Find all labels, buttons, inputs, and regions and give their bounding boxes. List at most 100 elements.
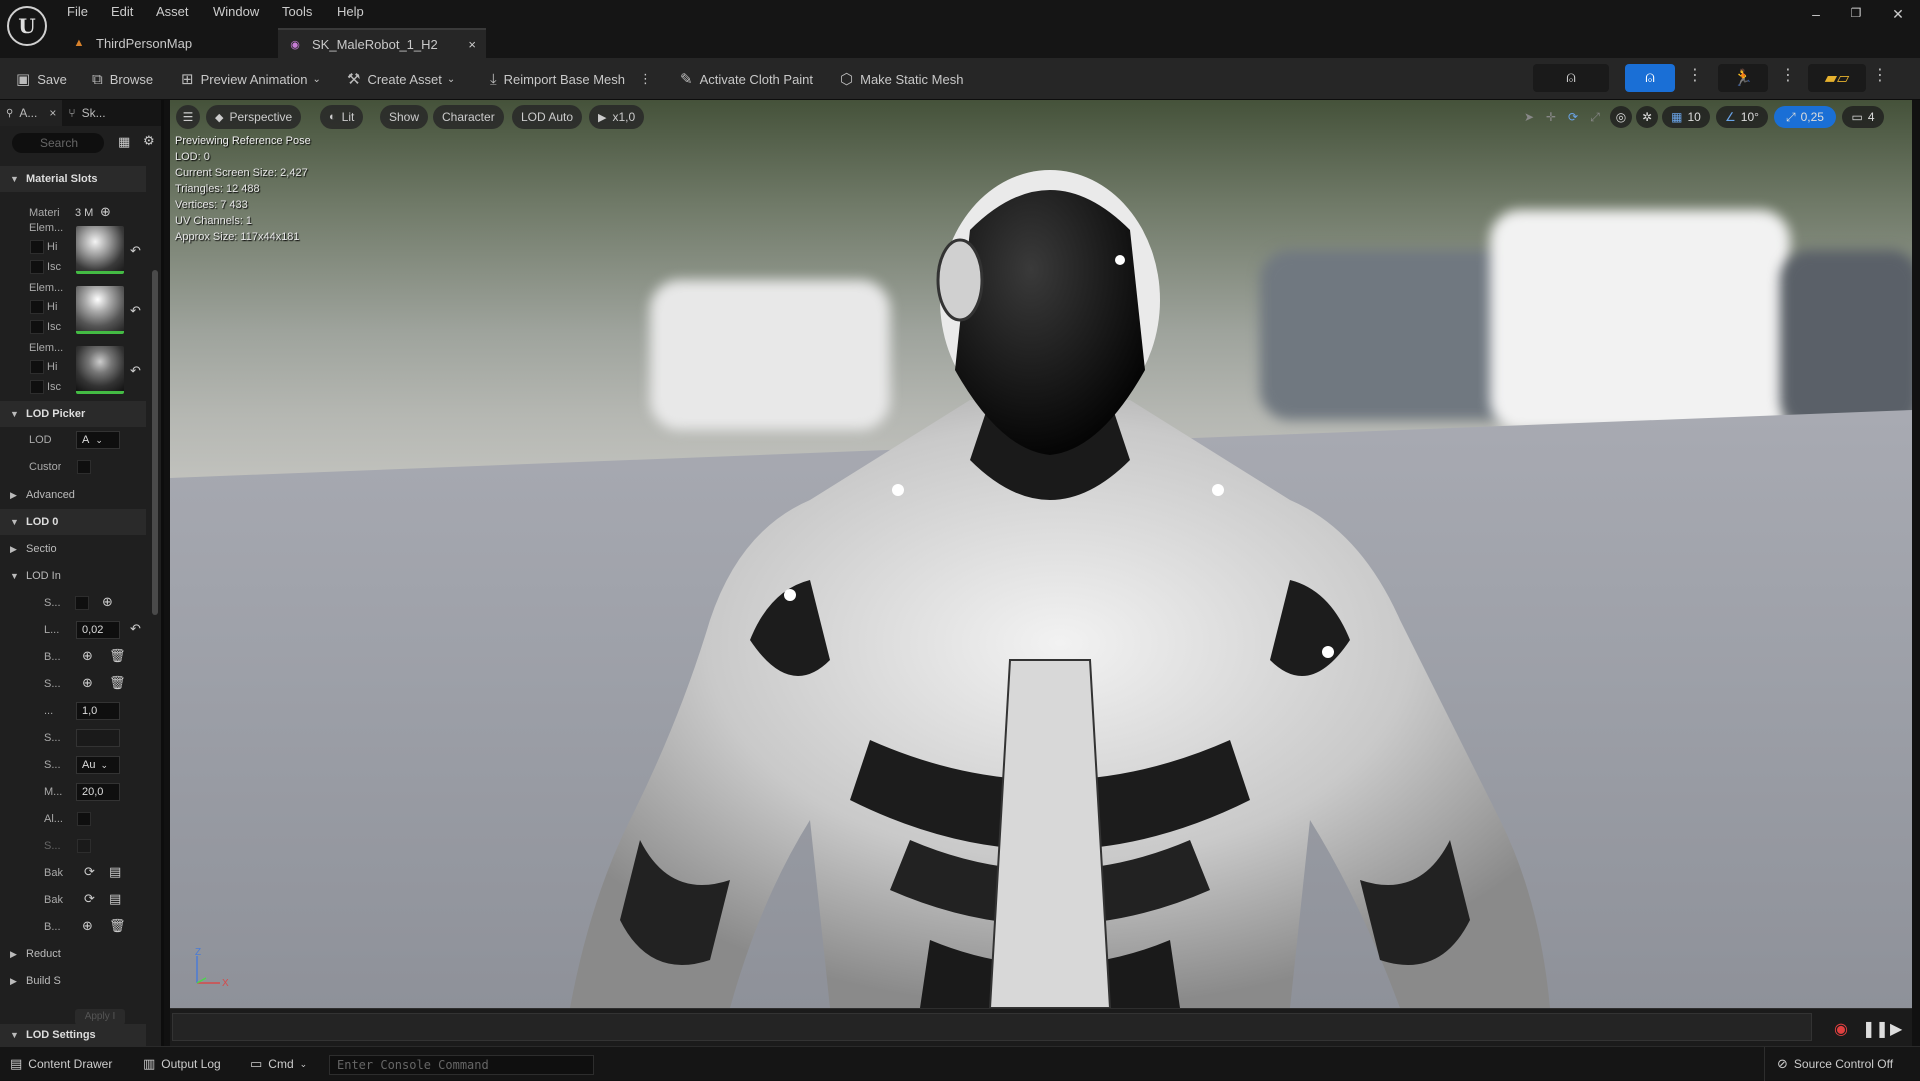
tab-skeleton-tree[interactable]: ⑂ Sk... <box>62 100 111 126</box>
cmd-dropdown[interactable]: ▭ Cmd ⌄ <box>250 1047 307 1081</box>
scale-snap-button[interactable]: ⤢ 0,25 <box>1774 106 1836 128</box>
section-lod-info[interactable]: ▼ LOD In <box>0 563 146 589</box>
section-lod0[interactable]: ▼ LOD 0 <box>0 509 146 535</box>
rotate-icon[interactable]: ⟳ <box>1562 106 1584 128</box>
reset-icon[interactable]: ↶ <box>130 621 141 637</box>
asset-icon[interactable]: ▤ <box>109 891 121 907</box>
pause-icon[interactable]: ❚❚ <box>1862 1019 1889 1039</box>
unreal-logo-icon[interactable]: U <box>7 6 47 46</box>
make-static-mesh-button[interactable]: ⬡ Make Static Mesh <box>840 58 963 100</box>
browse-button[interactable]: ⧉ Browse <box>92 58 153 100</box>
lod-dropdown[interactable]: A ⌄ <box>76 431 120 449</box>
checkbox[interactable] <box>30 260 44 274</box>
playback-speed-button[interactable]: ▶ x1,0 <box>589 105 645 129</box>
trash-icon[interactable]: 🗑 <box>109 675 126 691</box>
grid-snap-button[interactable]: ▦ 10 <box>1662 106 1710 128</box>
select-icon[interactable]: ➤ <box>1518 106 1540 128</box>
add-icon[interactable]: ⊕ <box>100 204 111 220</box>
checkbox[interactable] <box>30 240 44 254</box>
reset-icon[interactable]: ↶ <box>130 363 141 379</box>
section-material-slots[interactable]: ▼ Material Slots <box>0 166 146 192</box>
lit-button[interactable]: ◐ Lit <box>320 105 364 129</box>
close-icon[interactable]: × <box>49 106 56 120</box>
section-reduction[interactable]: ▶ Reduct <box>0 941 146 967</box>
add-icon[interactable]: ⊕ <box>82 648 93 664</box>
section-build-settings[interactable]: ▶ Build S <box>0 968 146 994</box>
gear-icon[interactable]: ⚙ <box>143 133 155 149</box>
timeline-track[interactable] <box>172 1013 1812 1041</box>
menu-tools[interactable]: Tools <box>282 4 312 19</box>
material-thumbnail[interactable] <box>76 226 124 274</box>
show-button[interactable]: Show <box>380 105 429 129</box>
refresh-icon[interactable]: ⟳ <box>84 891 95 907</box>
reset-icon[interactable]: ↶ <box>130 243 141 259</box>
scrollbar[interactable] <box>152 270 158 615</box>
table-view-icon[interactable]: ▦ <box>118 134 130 150</box>
mesh-mode-button[interactable]: ⍝ <box>1625 64 1675 92</box>
screen-size-field[interactable]: 0,02 <box>76 621 120 639</box>
animation-mode-button[interactable]: 🏃 <box>1718 64 1768 92</box>
save-button[interactable]: ▣ Save <box>16 58 67 100</box>
output-log-button[interactable]: ▥ Output Log <box>143 1047 221 1081</box>
blueprint-mode-button[interactable]: ▰▱ <box>1808 64 1866 92</box>
rotation-snap-button[interactable]: ∠ 10° <box>1716 106 1768 128</box>
surface-snap-icon[interactable]: ✲ <box>1636 106 1658 128</box>
perspective-button[interactable]: ◆ Perspective <box>206 105 302 129</box>
section-sections[interactable]: ▶ Sectio <box>0 536 146 562</box>
checkbox[interactable] <box>77 812 91 826</box>
refresh-icon[interactable]: ⟳ <box>84 864 95 880</box>
record-icon[interactable]: ◉ <box>1834 1019 1848 1039</box>
menu-edit[interactable]: Edit <box>111 4 133 19</box>
close-window-icon[interactable]: ✕ <box>1888 6 1908 23</box>
kebab-icon[interactable]: ⋮ <box>1780 65 1796 85</box>
add-icon[interactable]: ⊕ <box>82 918 93 934</box>
search-input[interactable]: Search <box>12 133 104 153</box>
content-drawer-button[interactable]: ▤ Content Drawer <box>10 1047 112 1081</box>
checkbox[interactable] <box>30 320 44 334</box>
play-forward-icon[interactable]: ▶ <box>1890 1019 1902 1039</box>
character-button[interactable]: Character <box>433 105 504 129</box>
section-lod-picker[interactable]: ▼ LOD Picker <box>0 401 146 427</box>
add-icon[interactable]: ⊕ <box>82 675 93 691</box>
material-thumbnail[interactable] <box>76 346 124 394</box>
section-advanced[interactable]: ▶ Advanced <box>0 482 146 508</box>
apply-button[interactable]: Apply I <box>75 1009 125 1025</box>
viewport-menu-button[interactable]: ☰ <box>176 105 200 129</box>
checkbox[interactable] <box>30 360 44 374</box>
lod-auto-button[interactable]: LOD Auto <box>512 105 583 129</box>
menu-help[interactable]: Help <box>337 4 364 19</box>
skeleton-mode-button[interactable]: ⍝ <box>1533 64 1609 92</box>
section-lod-settings[interactable]: ▼ LOD Settings <box>0 1024 146 1046</box>
camera-speed-button[interactable]: ▭ 4 <box>1842 106 1884 128</box>
reset-icon[interactable]: ↶ <box>130 303 141 319</box>
tab-asset-details[interactable]: ⚲ A... × <box>0 100 63 126</box>
tab-close-icon[interactable]: × <box>468 37 476 52</box>
custom-checkbox[interactable] <box>77 460 91 474</box>
menu-asset[interactable]: Asset <box>156 4 189 19</box>
world-local-icon[interactable]: ◎ <box>1610 106 1632 128</box>
console-input[interactable]: Enter Console Command <box>329 1055 594 1075</box>
material-thumbnail[interactable] <box>76 286 124 334</box>
menu-file[interactable]: File <box>67 4 88 19</box>
checkbox[interactable] <box>30 300 44 314</box>
kebab-icon[interactable]: ⋮ <box>639 71 652 87</box>
checkbox[interactable] <box>75 596 89 610</box>
dropdown[interactable]: Au ⌄ <box>76 756 120 774</box>
value-field[interactable]: 20,0 <box>76 783 120 801</box>
tab-thirdpersonmap[interactable]: ▲ ThirdPersonMap <box>62 28 274 58</box>
trash-icon[interactable]: 🗑 <box>109 648 126 664</box>
tab-sk-malerobot[interactable]: ◉ SK_MaleRobot_1_H2 × <box>278 28 486 58</box>
add-icon[interactable]: ⊕ <box>102 594 113 610</box>
checkbox[interactable] <box>30 380 44 394</box>
asset-icon[interactable]: ▤ <box>109 864 121 880</box>
kebab-icon[interactable]: ⋮ <box>1687 65 1703 85</box>
minimize-icon[interactable]: – <box>1806 6 1826 22</box>
translate-icon[interactable]: ✛ <box>1540 106 1562 128</box>
create-asset-button[interactable]: ⚒ Create Asset ⌄ <box>347 58 455 100</box>
kebab-icon[interactable]: ⋮ <box>1872 65 1888 85</box>
reimport-base-mesh-button[interactable]: ⤓ Reimport Base Mesh ⋮ <box>490 58 652 100</box>
preview-animation-button[interactable]: ⊞ Preview Animation ⌄ <box>181 58 321 100</box>
scale-icon[interactable]: ⤢ <box>1584 106 1606 128</box>
menu-window[interactable]: Window <box>213 4 259 19</box>
source-control-button[interactable]: ⊘ Source Control Off <box>1764 1047 1893 1081</box>
